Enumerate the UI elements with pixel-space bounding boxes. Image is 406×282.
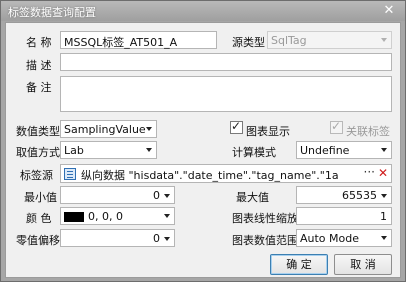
cancel-button[interactable]: 取 消 <box>334 254 392 275</box>
delete-icon[interactable]: ✕ <box>378 166 388 180</box>
chevron-down-icon <box>381 38 387 42</box>
chevron-down-icon[interactable] <box>164 194 170 198</box>
color-picker[interactable]: 0, 0, 0 <box>60 207 175 225</box>
zero-offset-label: 零值偏移 <box>16 234 60 247</box>
remark-label: 备 注 <box>26 81 52 94</box>
ok-button[interactable]: 确 定 <box>270 254 328 275</box>
remark-textarea[interactable] <box>60 76 392 112</box>
sampling-method-label: 取值方式 <box>16 146 60 159</box>
window-title: 标签数据查询配置 <box>8 6 96 19</box>
chevron-down-icon <box>146 148 152 152</box>
min-value-spinner[interactable]: 0 <box>60 186 175 204</box>
color-swatch <box>64 212 84 222</box>
tag-source-label: 标签源 <box>20 169 53 182</box>
description-label: 描 述 <box>26 59 52 72</box>
name-label: 名 称 <box>26 36 52 49</box>
value-type-value: SamplingValue <box>64 123 146 136</box>
source-type-value: SqlTag <box>271 34 307 47</box>
chart-scale-input[interactable]: 1 <box>296 207 392 225</box>
source-type-select[interactable]: SqlTag <box>267 31 392 49</box>
link-tag-label: 关联标签 <box>346 125 390 138</box>
chart-display-checkbox[interactable]: ✓ <box>230 119 243 134</box>
dialog-body: 名 称 MSSQL标签_AT501_A 源类型 SqlTag 描 述 备 注 数… <box>5 22 401 278</box>
chart-display-label: 图表显示 <box>246 125 290 138</box>
max-value-label: 最大值 <box>236 191 269 204</box>
calc-mode-label: 计算模式 <box>232 146 276 159</box>
sampling-method-select[interactable]: Lab <box>60 141 157 159</box>
chevron-down-icon <box>381 236 387 240</box>
value-type-label: 数值类型 <box>16 125 60 138</box>
min-value-label: 最小值 <box>24 191 57 204</box>
name-value: MSSQL标签_AT501_A <box>64 36 178 49</box>
color-value: 0, 0, 0 <box>88 210 123 223</box>
zero-offset-spinner[interactable]: 0 <box>60 229 175 247</box>
zero-offset-number: 0 <box>153 232 160 245</box>
browse-button[interactable]: ··· <box>364 165 375 179</box>
database-icon <box>64 168 76 180</box>
dialog-window: 标签数据查询配置 ✕ 名 称 MSSQL标签_AT501_A 源类型 SqlTa… <box>0 0 406 282</box>
chevron-down-icon <box>381 148 387 152</box>
max-value-spinner[interactable]: 65535 <box>296 186 392 204</box>
color-label: 颜 色 <box>26 212 52 225</box>
sampling-method-value: Lab <box>64 144 84 157</box>
chevron-down-icon[interactable] <box>381 194 387 198</box>
value-type-select[interactable]: SamplingValue <box>60 120 157 138</box>
chevron-down-icon <box>146 127 152 131</box>
chart-scale-label: 图表线性缩放 <box>232 212 298 225</box>
calc-mode-value: Undefine <box>300 144 350 157</box>
source-type-label: 源类型 <box>232 36 265 49</box>
min-value-number: 0 <box>153 189 160 202</box>
check-icon: ✓ <box>231 119 242 133</box>
chevron-down-icon[interactable] <box>164 237 170 241</box>
chart-range-value: Auto Mode <box>300 232 360 245</box>
tag-source-field[interactable]: 纵向数据 "hisdata"."date_time"."tag_name"."1… <box>60 164 392 183</box>
name-input[interactable]: MSSQL标签_AT501_A <box>60 31 217 49</box>
link-tag-checkbox[interactable]: ✓ <box>330 119 343 134</box>
calc-mode-select[interactable]: Undefine <box>296 141 392 159</box>
chart-range-select[interactable]: Auto Mode <box>296 229 392 247</box>
title-bar[interactable]: 标签数据查询配置 ✕ <box>1 1 405 21</box>
tag-source-value: 纵向数据 "hisdata"."date_time"."tag_name"."1… <box>81 169 339 182</box>
check-icon: ✓ <box>331 119 342 133</box>
chart-scale-value: 1 <box>380 210 387 223</box>
chart-range-label: 图表数值范围 <box>232 234 298 247</box>
chevron-down-icon <box>164 214 170 218</box>
description-input[interactable] <box>60 53 392 71</box>
close-icon[interactable]: ✕ <box>381 3 397 19</box>
max-value-number: 65535 <box>342 189 377 202</box>
